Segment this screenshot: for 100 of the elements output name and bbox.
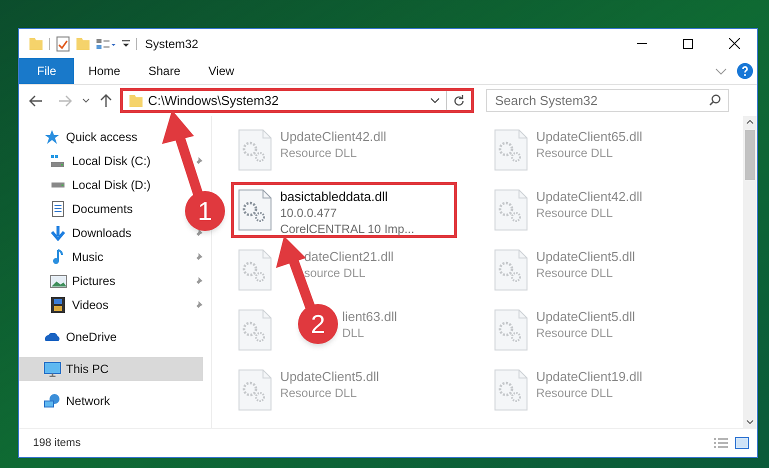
pin-icon[interactable] — [194, 276, 204, 286]
file-name: UpdateClient42.dll — [536, 189, 642, 205]
pin-icon[interactable] — [194, 252, 204, 262]
file-detail: Resource DLL — [536, 385, 614, 401]
nav-item[interactable]: This PC — [19, 357, 204, 381]
search-icon — [709, 94, 721, 106]
expand-ribbon-icon[interactable] — [715, 68, 727, 74]
pin-icon[interactable] — [194, 300, 204, 310]
help-icon[interactable] — [737, 63, 753, 79]
nav-item[interactable]: Music — [19, 245, 179, 269]
dll-file-icon — [494, 189, 528, 231]
file-detail: source DLL — [304, 265, 366, 281]
dll-file-icon — [494, 249, 528, 291]
file-name: UpdateClient65.dll — [536, 129, 642, 145]
dll-file-icon — [238, 249, 272, 291]
document-icon — [52, 201, 64, 217]
scroll-down-icon[interactable] — [746, 420, 754, 424]
nav-item[interactable]: Local Disk (C:) — [19, 149, 179, 173]
highlighted-file-item[interactable]: basictableddata.dll 10.0.0.477 CorelCENTRAL 10 Imp... — [231, 182, 458, 238]
dll-file-icon — [238, 129, 272, 171]
dll-file-icon — [238, 189, 272, 231]
file-name: UpdateClient42.dll — [280, 129, 386, 145]
file-detail: Resource DLL — [536, 325, 614, 341]
file-detail: Resource DLL — [280, 385, 358, 401]
nav-item[interactable]: Local Disk (D:) — [19, 173, 179, 197]
pin-icon[interactable] — [194, 228, 204, 238]
recent-caret-icon[interactable] — [82, 98, 90, 103]
drive-icon — [51, 182, 65, 188]
dropdown-caret-icon[interactable] — [430, 98, 440, 103]
nav-label: Pictures — [72, 273, 116, 290]
music-note-icon — [53, 249, 63, 265]
ribbon-tab[interactable]: Share — [134, 58, 194, 84]
film-icon — [51, 297, 65, 313]
refresh-icon[interactable] — [453, 94, 465, 106]
down-arrow-icon — [51, 225, 65, 241]
nav-label: This PC — [66, 361, 109, 378]
scrollbar[interactable] — [743, 116, 757, 428]
file-name: UpdateClient5.dll — [536, 309, 636, 325]
nav-label: Downloads — [72, 225, 132, 242]
dll-file-icon — [238, 369, 272, 411]
nav-label: Local Disk (C:) — [72, 153, 151, 170]
nav-item[interactable]: Videos — [19, 293, 179, 317]
minimize-icon — [637, 43, 647, 44]
file-detail: DLL — [342, 325, 366, 341]
nav-item[interactable]: OneDrive — [19, 325, 204, 349]
large-icons-view-icon[interactable] — [735, 437, 749, 449]
address-path: C:\Windows\System32 — [148, 92, 279, 110]
close-icon — [728, 38, 740, 49]
customize-caret-icon[interactable] — [122, 40, 130, 47]
folder-icon — [129, 94, 143, 106]
pin-icon[interactable] — [194, 156, 204, 166]
drive-icon — [50, 154, 66, 168]
item-count: 198 items — [33, 436, 81, 451]
nav-label: OneDrive — [66, 329, 117, 346]
file-detail: Resource DLL — [536, 205, 614, 221]
star-icon — [44, 130, 60, 144]
file-detail: CorelCENTRAL 10 Imp... — [280, 221, 414, 237]
nav-item[interactable]: Documents — [19, 197, 179, 221]
nav-label: Videos — [72, 297, 108, 314]
file-name: basictableddata.dll — [280, 189, 389, 205]
nav-item[interactable]: Network — [19, 389, 204, 413]
nav-label: Quick access — [66, 129, 138, 146]
scrollbar-thumb[interactable] — [745, 130, 756, 180]
ribbon-tab[interactable]: Home — [74, 58, 134, 84]
scroll-up-icon[interactable] — [746, 120, 754, 124]
dll-file-icon — [238, 309, 272, 351]
nav-label: Local Disk (D:) — [72, 177, 151, 194]
network-icon — [44, 394, 60, 408]
nav-label: Music — [72, 249, 104, 266]
search-field[interactable]: Search System32 — [486, 89, 729, 112]
file-detail: Resource DLL — [280, 145, 358, 161]
maximize-icon — [683, 38, 693, 48]
dll-file-icon — [494, 309, 528, 351]
back-icon[interactable] — [29, 94, 43, 106]
nav-label: Documents — [72, 201, 133, 218]
file-name: UpdateClient5.dll — [536, 249, 636, 265]
monitor-icon — [44, 362, 60, 376]
file-menu-button[interactable]: File — [19, 58, 74, 84]
ribbon-tab[interactable]: View — [194, 58, 248, 84]
nav-label: Network — [66, 393, 110, 410]
cloud-icon — [44, 333, 60, 341]
view-options-icon[interactable] — [96, 38, 116, 48]
address-field[interactable]: C:\Windows\System32 — [120, 88, 474, 113]
dll-file-icon — [494, 369, 528, 411]
file-name: lient63.dll — [342, 309, 397, 325]
file-detail: Resource DLL — [536, 145, 614, 161]
nav-item[interactable]: Pictures — [19, 269, 179, 293]
nav-item[interactable]: Quick access — [19, 125, 204, 149]
nav-item[interactable]: Downloads — [19, 221, 179, 245]
file-name: UpdateClient19.dll — [536, 369, 642, 385]
dll-file-icon — [494, 129, 528, 171]
file-detail: 10.0.0.477 — [280, 205, 338, 221]
up-icon[interactable] — [100, 94, 112, 108]
file-name: dateClient21.dll — [304, 249, 394, 265]
picture-icon — [50, 274, 66, 288]
details-view-icon[interactable] — [713, 438, 729, 448]
properties-icon[interactable] — [56, 36, 70, 52]
file-detail: Resource DLL — [536, 265, 614, 281]
file-name: UpdateClient5.dll — [280, 369, 380, 385]
window-title: System32 — [145, 36, 198, 52]
